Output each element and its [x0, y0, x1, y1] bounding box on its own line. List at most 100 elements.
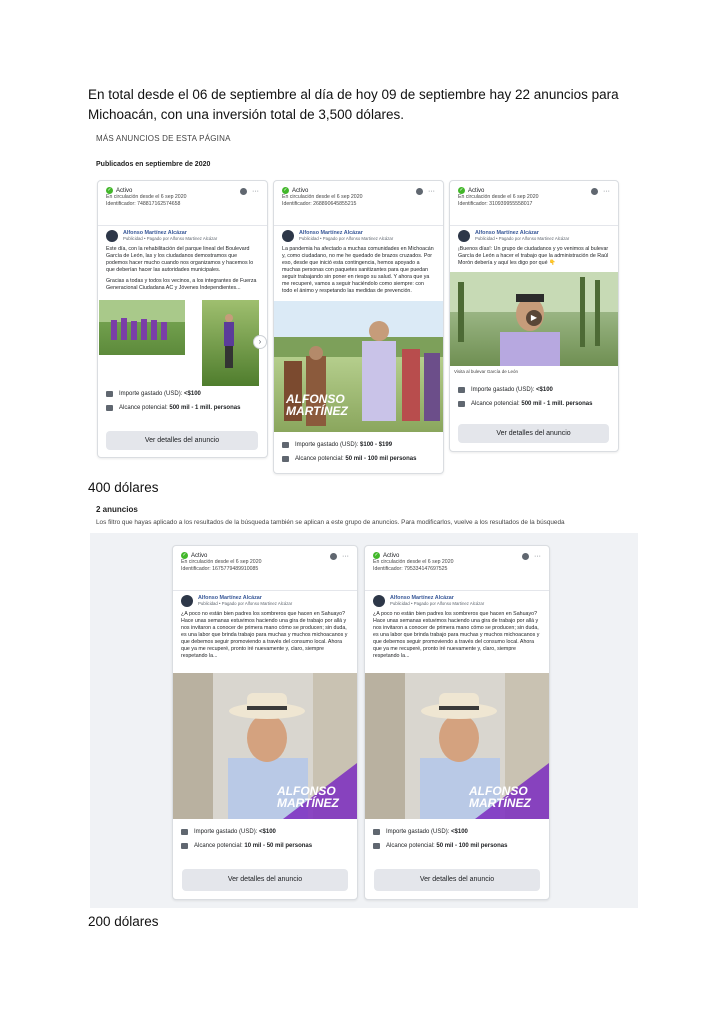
- ad-card-5: ✓ Activo En circulación desde el 6 sep 2…: [364, 545, 550, 900]
- ad-card-header: ✓ Activo En circulación desde el 6 sep 2…: [98, 181, 267, 221]
- facebook-icon: [416, 188, 423, 195]
- reach-label: Alcance potencial:: [295, 456, 344, 462]
- ad-id: Identificador: 795334147697525: [373, 566, 448, 572]
- brand-line-2: MARTÍNEZ: [286, 404, 348, 418]
- ad-text-paragraph-2: Gracias a todas y todos los vecinos, a l…: [106, 278, 257, 291]
- running-since: En circulación desde el 6 sep 2020: [106, 194, 187, 200]
- amount-label-2: 200 dólares: [88, 914, 159, 929]
- more-options-icon[interactable]: ···: [342, 553, 349, 560]
- reach-label: Alcance potencial:: [119, 405, 168, 411]
- status-row: ✓ Activo: [458, 187, 610, 194]
- check-icon: ✓: [458, 187, 465, 194]
- running-since: En circulación desde el 6 sep 2020: [282, 194, 363, 200]
- check-icon: ✓: [282, 187, 289, 194]
- running-since: En circulación desde el 6 sep 2020: [181, 559, 262, 565]
- ad-card-header: ✓ Activo En circulación desde el 6 sep 2…: [274, 181, 443, 221]
- play-icon[interactable]: ▶: [526, 310, 542, 326]
- reach-row: Alcance potencial: 500 mil - 1 mill. per…: [106, 405, 240, 411]
- status-label: Activo: [191, 552, 208, 559]
- spend-label: Importe gastado (USD):: [386, 829, 450, 835]
- reach-value: 500 mil - 1 mill. personas: [169, 405, 241, 411]
- paid-by: Publicidad • Pagado por Alfonso Martinez…: [390, 601, 485, 606]
- avatar: [106, 230, 118, 242]
- ad-image[interactable]: ALFONSO MARTÍNEZ: [173, 673, 357, 819]
- more-options-icon[interactable]: ···: [534, 553, 541, 560]
- reach-row: Alcance potencial: 50 mil - 100 mil pers…: [282, 456, 416, 462]
- header-icons: ···: [522, 553, 541, 560]
- ad-card-header: ✓ Activo En circulación desde el 6 sep 2…: [173, 546, 357, 586]
- spend-row: Importe gastado (USD): <$100: [458, 387, 553, 393]
- amount-label-1: 400 dólares: [88, 480, 159, 495]
- building-icon: [181, 829, 188, 835]
- check-icon: ✓: [373, 552, 380, 559]
- people-icon: [373, 843, 380, 849]
- status-label: Activo: [292, 187, 309, 194]
- ad-image[interactable]: ALFONSO MARTÍNEZ: [365, 673, 549, 819]
- carousel-next-button[interactable]: ›: [253, 335, 267, 349]
- paid-by: Publicidad • Pagado por Alfonso Martinez…: [299, 236, 394, 241]
- section-title: MÁS ANUNCIOS DE ESTA PÁGINA: [96, 134, 231, 143]
- spend-label: Importe gastado (USD):: [194, 829, 258, 835]
- ad-id: Identificador: 310939955558017: [458, 201, 533, 207]
- status-label: Activo: [468, 187, 485, 194]
- building-icon: [106, 391, 113, 397]
- avatar: [373, 595, 385, 607]
- ad-id: Identificador: 748817162574658: [106, 201, 181, 207]
- ad-card-1: ✓ Activo En circulación desde el 6 sep 2…: [97, 180, 268, 458]
- spend-value: <$100: [451, 829, 468, 835]
- intro-line-1: En total desde el 06 de septiembre al dí…: [88, 87, 619, 102]
- ad-card-header: ✓ Activo En circulación desde el 6 sep 2…: [450, 181, 618, 221]
- spend-label: Importe gastado (USD):: [295, 442, 359, 448]
- ad-text-paragraph-1: Este día, con la rehabilitación del parq…: [106, 246, 254, 273]
- ad-text: ¿A poco no están bien padres los sombrer…: [373, 611, 540, 659]
- ad-card-3: ✓ Activo En circulación desde el 6 sep 2…: [449, 180, 619, 452]
- spend-row: Importe gastado (USD): <$100: [373, 829, 468, 835]
- carousel-image-1[interactable]: [99, 300, 185, 355]
- building-icon: [282, 442, 289, 448]
- see-ad-details-button[interactable]: Ver detalles del anuncio: [106, 431, 258, 450]
- section-subtitle: Publicados en septiembre de 2020: [96, 161, 211, 168]
- people-icon: [106, 405, 113, 411]
- people-icon: [181, 843, 188, 849]
- status-row: ✓ Activo: [106, 187, 259, 194]
- brand-line-2: MARTÍNEZ: [277, 796, 339, 810]
- spend-label: Importe gastado (USD):: [119, 391, 183, 397]
- video-caption: Visita al bulevar García de León: [454, 369, 518, 374]
- paid-by: Publicidad • Pagado por Alfonso Martinez…: [198, 601, 293, 606]
- spend-value: <$100: [184, 391, 201, 397]
- carousel-image-2[interactable]: [202, 300, 259, 386]
- people-icon: [282, 456, 289, 462]
- intro-line-2: Michoacán, con una inversión total de 3,…: [88, 107, 404, 122]
- ad-card-4: ✓ Activo En circulación desde el 6 sep 2…: [172, 545, 358, 900]
- reach-row: Alcance potencial: 50 mil - 100 mil pers…: [373, 843, 507, 849]
- see-ad-details-button[interactable]: Ver detalles del anuncio: [182, 869, 348, 891]
- header-icons: ···: [240, 188, 259, 195]
- advertiser-row: Alfonso Martínez Alcázar Publicidad • Pa…: [173, 591, 357, 609]
- more-options-icon[interactable]: ···: [428, 188, 435, 195]
- building-icon: [373, 829, 380, 835]
- paid-by: Publicidad • Pagado por Alfonso Martinez…: [475, 236, 570, 241]
- spend-row: Importe gastado (USD): <$100: [181, 829, 276, 835]
- header-icons: ···: [416, 188, 435, 195]
- avatar: [282, 230, 294, 242]
- ad-video[interactable]: ▶: [450, 272, 618, 366]
- status-row: ✓ Activo: [181, 552, 349, 559]
- brand-logo: ALFONSO MARTÍNEZ: [277, 785, 339, 809]
- intro-paragraph: En total desde el 06 de septiembre al dí…: [88, 85, 648, 125]
- avatar: [458, 230, 470, 242]
- see-ad-details-button[interactable]: Ver detalles del anuncio: [458, 424, 609, 443]
- see-ad-details-button[interactable]: Ver detalles del anuncio: [374, 869, 540, 891]
- status-row: ✓ Activo: [282, 187, 435, 194]
- reach-label: Alcance potencial:: [194, 843, 243, 849]
- volunteers-photo: [99, 300, 185, 340]
- advertiser-row: Alfonso Martínez Alcázar Publicidad • Pa…: [365, 591, 549, 609]
- brand-logo: ALFONSO MARTÍNEZ: [469, 785, 531, 809]
- spend-label: Importe gastado (USD):: [471, 387, 535, 393]
- ad-text: ¡Buenos días!: Un grupo de ciudadanos y …: [458, 246, 609, 266]
- more-options-icon[interactable]: ···: [603, 188, 610, 195]
- status-row: ✓ Activo: [373, 552, 541, 559]
- more-options-icon[interactable]: ···: [252, 188, 259, 195]
- ad-image[interactable]: ALFONSO MARTÍNEZ: [274, 301, 443, 432]
- ad-id: Identificador: 268890645855215: [282, 201, 357, 207]
- check-icon: ✓: [181, 552, 188, 559]
